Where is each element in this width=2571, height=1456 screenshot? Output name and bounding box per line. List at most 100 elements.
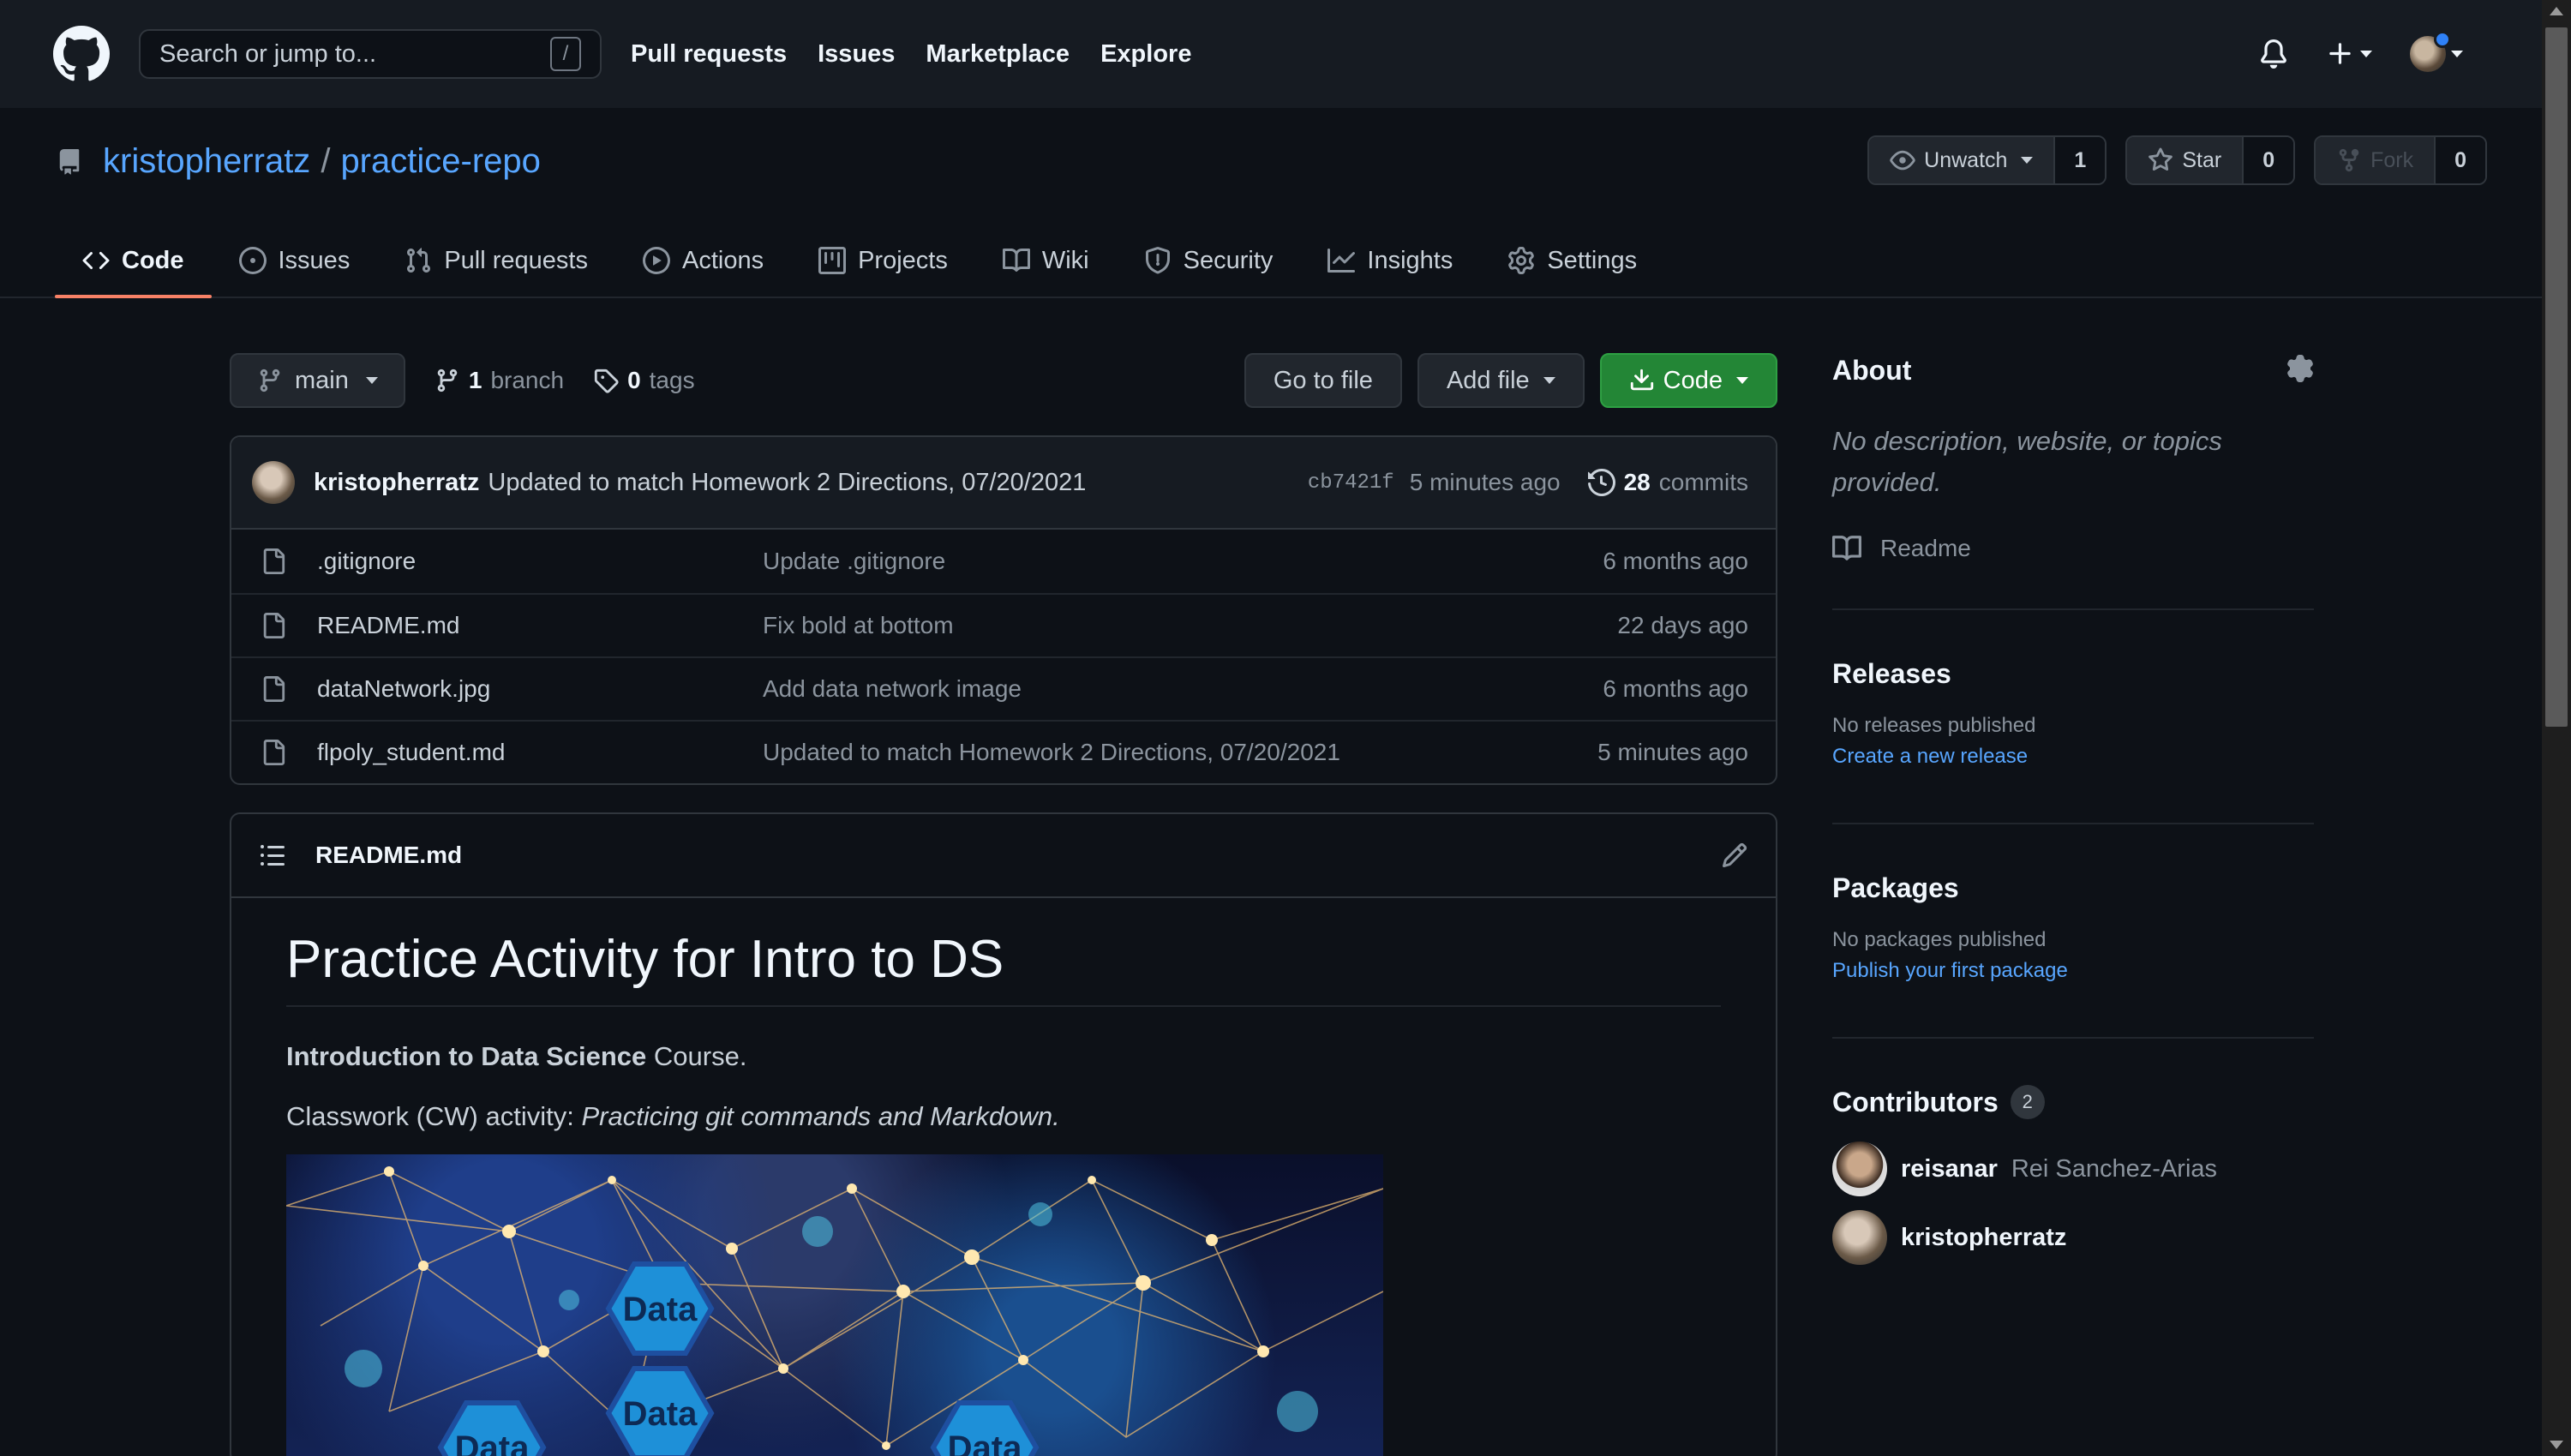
tab-actions[interactable]: Actions — [615, 223, 791, 298]
file-commit-message[interactable]: Updated to match Homework 2 Directions, … — [763, 739, 1597, 766]
repo-owner-link[interactable]: kristopherratz — [103, 142, 310, 181]
publish-package-link[interactable]: Publish your first package — [1832, 959, 2314, 983]
nav-issues[interactable]: Issues — [818, 40, 895, 69]
tab-security[interactable]: Security — [1117, 223, 1301, 298]
tab-label: Code — [122, 246, 184, 274]
file-commit-message[interactable]: Add data network image — [763, 675, 1603, 703]
fork-count[interactable]: 0 — [2434, 137, 2485, 183]
star-count[interactable]: 0 — [2242, 137, 2294, 183]
gear-icon[interactable] — [2286, 355, 2314, 382]
chevron-down-icon — [2021, 157, 2034, 164]
contributors-title[interactable]: Contributors 2 — [1832, 1085, 2314, 1119]
bell-icon[interactable] — [2259, 39, 2288, 69]
chevron-down-icon — [2451, 51, 2463, 57]
github-logo-icon[interactable] — [53, 26, 110, 82]
add-file-button[interactable]: Add file — [1417, 353, 1585, 408]
breadcrumb-separator: / — [321, 142, 331, 180]
data-network-image: Data Data Data Data — [286, 1154, 1383, 1456]
tag-count: 0 — [627, 367, 641, 393]
releases-title[interactable]: Releases — [1832, 658, 2314, 690]
user-menu[interactable] — [2410, 31, 2463, 72]
chevron-down-icon — [2360, 51, 2372, 57]
chevron-down-icon — [1736, 377, 1748, 384]
tab-issues[interactable]: Issues — [212, 223, 378, 298]
file-name-link[interactable]: .gitignore — [317, 548, 763, 575]
readme-heading: Practice Activity for Intro to DS — [286, 929, 1721, 1007]
star-button[interactable]: Star — [2127, 137, 2243, 183]
repo-name-link[interactable]: practice-repo — [340, 142, 540, 181]
unwatch-label: Unwatch — [1924, 147, 2008, 172]
tab-insights[interactable]: Insights — [1300, 223, 1480, 298]
watch-count[interactable]: 1 — [2053, 137, 2106, 183]
table-row: flpoly_student.md Updated to match Homew… — [231, 720, 1776, 783]
tab-settings[interactable]: Settings — [1480, 223, 1664, 298]
avatar[interactable] — [252, 461, 295, 504]
create-new-menu[interactable] — [2326, 39, 2372, 69]
contributors-count: 2 — [2010, 1085, 2045, 1119]
chevron-down-icon — [1543, 377, 1555, 384]
nav-pull-requests[interactable]: Pull requests — [631, 40, 787, 69]
vertical-scrollbar[interactable] — [2542, 0, 2571, 1456]
commits-link[interactable]: 28 commits — [1587, 469, 1748, 496]
unwatch-button[interactable]: Unwatch — [1869, 137, 2054, 183]
tab-wiki[interactable]: Wiki — [975, 223, 1117, 298]
shield-icon — [1145, 247, 1170, 274]
search-placeholder: Search or jump to... — [159, 39, 377, 68]
commit-message-link[interactable]: Updated to match Homework 2 Directions, … — [488, 469, 1086, 497]
file-name-link[interactable]: flpoly_student.md — [317, 739, 763, 766]
code-download-button[interactable]: Code — [1599, 353, 1777, 408]
scrollbar-thumb[interactable] — [2545, 27, 2568, 727]
tab-label: Insights — [1367, 246, 1453, 274]
file-actions: Go to file Add file Code — [1244, 353, 1777, 408]
create-release-link[interactable]: Create a new release — [1832, 745, 2314, 769]
star-icon — [2148, 147, 2173, 171]
readme-body: Practice Activity for Intro to DS Introd… — [231, 898, 1776, 1456]
search-input[interactable]: Search or jump to... / — [139, 29, 602, 79]
readme-filename[interactable]: README.md — [315, 842, 462, 869]
search-shortcut-key: / — [550, 37, 581, 71]
branch-icon — [437, 368, 458, 392]
file-name-link[interactable]: README.md — [317, 612, 763, 639]
readme-paragraph: Classwork (CW) activity: Practicing git … — [286, 1101, 1721, 1132]
scroll-up-icon[interactable] — [2550, 7, 2563, 15]
history-icon — [1587, 469, 1615, 496]
play-icon — [642, 247, 670, 274]
about-description: No description, website, or topics provi… — [1832, 426, 2222, 497]
file-name-link[interactable]: dataNetwork.jpg — [317, 675, 763, 703]
tags-link[interactable]: 0 tags — [593, 367, 695, 394]
contributor-item[interactable]: kristopherratz — [1832, 1210, 2314, 1265]
global-header: Search or jump to... / Pull requests Iss… — [0, 0, 2542, 108]
repo-icon — [59, 148, 80, 175]
tab-pull-requests[interactable]: Pull requests — [377, 223, 615, 298]
packages-section: Packages No packages published Publish y… — [1832, 872, 2314, 983]
about-title: About — [1832, 355, 1912, 386]
readme-link-label: Readme — [1880, 535, 1971, 561]
fork-label: Fork — [2370, 147, 2414, 172]
commit-sha-link[interactable]: cb7421f — [1308, 471, 1394, 494]
nav-marketplace[interactable]: Marketplace — [926, 40, 1070, 69]
pencil-icon[interactable] — [1721, 842, 1748, 869]
commit-count: 28 — [1623, 469, 1651, 495]
scroll-down-icon[interactable] — [2550, 1441, 2563, 1449]
readme-panel: README.md Practice Activity for Intro to… — [230, 812, 1777, 1456]
commit-author-link[interactable]: kristopherratz — [314, 469, 479, 497]
fork-button[interactable]: Fork — [2316, 137, 2435, 183]
tab-code[interactable]: Code — [55, 223, 212, 298]
project-icon — [818, 247, 847, 274]
file-commit-message[interactable]: Fix bold at bottom — [763, 612, 1617, 639]
file-commit-message[interactable]: Update .gitignore — [763, 548, 1603, 575]
tab-label: Wiki — [1041, 246, 1089, 274]
go-to-file-button[interactable]: Go to file — [1244, 353, 1402, 408]
packages-empty: No packages published — [1832, 928, 2047, 951]
star-group: Star 0 — [2125, 135, 2296, 185]
branch-select-button[interactable]: main — [230, 353, 405, 408]
fork-group: Fork 0 — [2314, 135, 2487, 185]
packages-title[interactable]: Packages — [1832, 872, 2314, 904]
tab-projects[interactable]: Projects — [791, 223, 975, 298]
branches-link[interactable]: 1 branch — [434, 367, 564, 394]
contributor-item[interactable]: reisanar Rei Sanchez-Arias — [1832, 1141, 2314, 1196]
readme-link[interactable]: Readme — [1832, 534, 2314, 563]
file-age: 22 days ago — [1617, 612, 1748, 638]
list-icon[interactable] — [259, 842, 286, 869]
nav-explore[interactable]: Explore — [1100, 40, 1191, 69]
